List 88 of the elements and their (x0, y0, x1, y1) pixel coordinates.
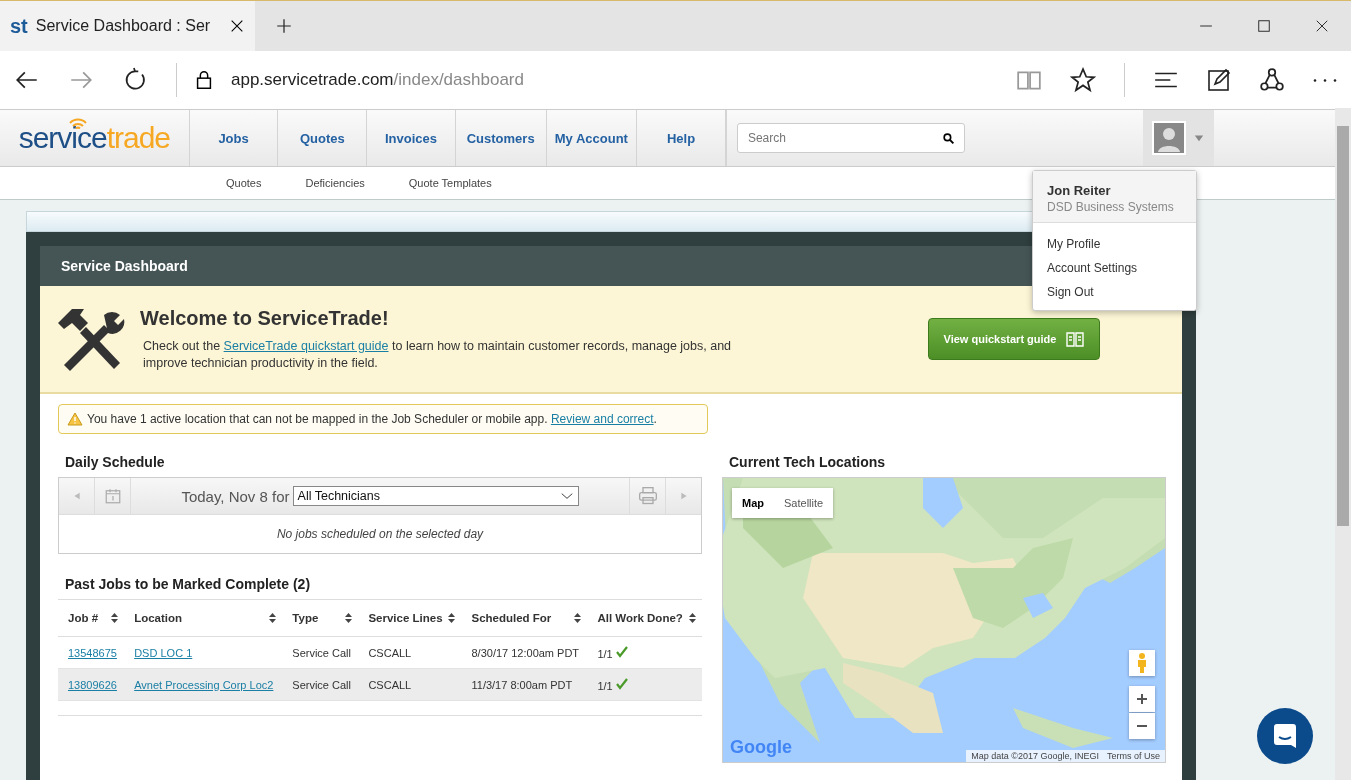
zoom-out-button[interactable] (1129, 713, 1155, 739)
subnav-link[interactable]: Deficiencies (305, 177, 365, 189)
location-link[interactable]: DSD LOC 1 (134, 646, 193, 659)
sort-icon[interactable] (269, 613, 277, 623)
left-triangle-icon (72, 492, 81, 500)
map-attribution: Map data ©2017 Google, INEGI (971, 751, 1099, 761)
close-icon (1315, 19, 1329, 33)
printer-icon (637, 486, 658, 506)
map-logo: Google (730, 737, 792, 758)
company-name: DSD Business Systems (1047, 200, 1175, 214)
nav-tab[interactable]: My Account (546, 110, 638, 166)
more-button[interactable] (1313, 78, 1337, 82)
url-field[interactable]: app.servicetrade.com/index/dashboard (231, 70, 988, 90)
nav-tab[interactable]: Jobs (189, 110, 279, 166)
subnav-link[interactable]: Quotes (226, 177, 262, 189)
column-header[interactable]: Location (134, 612, 183, 624)
caret-icon (1194, 133, 1205, 143)
zoom-in-button[interactable] (1129, 686, 1155, 712)
menu-item[interactable]: Sign Out (1033, 280, 1196, 304)
user-menu-button[interactable] (1142, 110, 1215, 166)
sort-icon[interactable] (111, 613, 119, 623)
sort-icon[interactable] (689, 613, 696, 623)
table-cell: Service Call (292, 678, 351, 691)
nav-tab[interactable]: Invoices (367, 110, 456, 166)
map-type-tab[interactable]: Map (732, 488, 774, 518)
plus-icon (1136, 693, 1148, 705)
close-icon (229, 18, 245, 34)
warning-text: You have 1 active location that can not be mapped in the Job Scheduler or mobile app. Review and correct. (87, 412, 657, 426)
quickstart-link[interactable]: ServiceTrade quickstart guide (223, 338, 389, 353)
star-icon (1070, 67, 1096, 93)
column-header[interactable]: Job # (68, 612, 99, 624)
favicon: st (10, 14, 28, 38)
search-icon (941, 132, 955, 145)
nav-tab[interactable]: Customers (455, 110, 547, 166)
logo[interactable]: servicetrade (18, 121, 171, 155)
terms-link[interactable]: Terms of Use (1107, 751, 1160, 761)
menu-item[interactable]: Account Settings (1033, 256, 1196, 280)
welcome-text: Check out the ServiceTrade quickstart guide to learn how to maintain customer records, manage jobs, and improve technician productivity in the field. (143, 337, 733, 372)
person-icon (1137, 653, 1147, 673)
share-icon (1259, 67, 1285, 93)
job-link[interactable]: 13548675 (68, 646, 117, 659)
favorite-button[interactable] (1070, 67, 1096, 93)
subnav-link[interactable]: Quote Templates (408, 177, 492, 189)
table-cell: CSCALL (368, 646, 412, 659)
sort-icon[interactable] (345, 613, 353, 623)
column-header[interactable]: Type (292, 612, 319, 624)
sort-icon[interactable] (574, 613, 582, 623)
section-title: Past Jobs to be Marked Complete (2) (65, 576, 312, 592)
search-field[interactable]: Search (736, 123, 965, 153)
warning-icon (67, 412, 83, 426)
section-title: Daily Schedule (65, 454, 166, 470)
table-cell: 8/30/17 12:00am PDT (471, 646, 580, 659)
user-name: Jon Reiter (1047, 183, 1112, 198)
column-header[interactable]: All Work Done? (597, 612, 683, 624)
panel-title: Service Dashboard (61, 258, 188, 274)
plus-icon (275, 17, 293, 35)
pen-square-icon (1207, 68, 1231, 92)
menu-item[interactable]: My Profile (1033, 232, 1196, 256)
welcome-title: Welcome to ServiceTrade! (140, 306, 390, 330)
maximize-icon (1257, 19, 1271, 33)
chat-bubble-icon (1271, 722, 1299, 750)
table-cell: 11/3/17 8:00am PDT (471, 678, 573, 691)
book-icon (1066, 331, 1085, 347)
more-icon (1313, 78, 1337, 82)
column-header[interactable]: Scheduled For (471, 612, 552, 624)
table-cell: Service Call (292, 646, 351, 659)
note-button[interactable] (1207, 68, 1231, 92)
chat-button[interactable] (1257, 708, 1313, 764)
nav-tab[interactable]: Quotes (278, 110, 368, 166)
nav-tab[interactable]: Help (637, 110, 726, 166)
column-header[interactable]: Service Lines (368, 612, 443, 624)
avatar-icon (1152, 121, 1187, 155)
table-cell: CSCALL (368, 678, 412, 691)
technician-select[interactable]: All Technicians (292, 486, 579, 506)
table-cell: 1/1 (597, 679, 613, 692)
tab-title: Service Dashboard : Ser (35, 17, 212, 35)
scrollbar[interactable] (1335, 108, 1351, 780)
share-button[interactable] (1259, 67, 1285, 93)
right-triangle-icon (679, 492, 688, 500)
sort-icon[interactable] (448, 613, 456, 623)
table-cell: 1/1 (597, 647, 613, 660)
review-link[interactable]: Review and correct (550, 412, 654, 426)
browser-tab[interactable]: st Service Dashboard : Ser (0, 1, 255, 51)
schedule-date: Today, Nov 8 for (181, 487, 290, 505)
section-title: Current Tech Locations (729, 454, 887, 470)
empty-message: No jobs scheduled on the selected day (276, 527, 484, 541)
map-type-tab[interactable]: Satellite (774, 488, 834, 518)
calendar-icon (103, 487, 122, 505)
